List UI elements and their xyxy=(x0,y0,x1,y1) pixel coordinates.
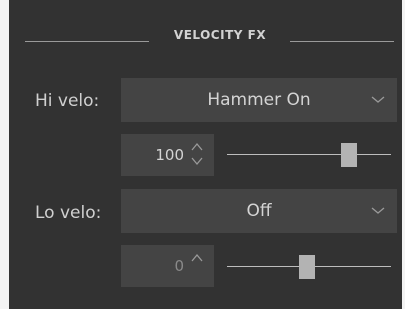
header-divider-right xyxy=(290,41,394,42)
hi-velo-slider[interactable] xyxy=(227,140,391,170)
hi-velo-stepper-value: 100 xyxy=(155,146,184,164)
lo-velo-slider[interactable] xyxy=(227,252,391,282)
stepper-up-arrow-icon[interactable] xyxy=(190,251,204,279)
chevron-down-icon xyxy=(371,207,385,214)
lo-velo-dropdown-value: Off xyxy=(246,201,272,221)
header-divider-left xyxy=(25,41,149,42)
hi-velo-stepper[interactable]: 100 xyxy=(121,134,214,176)
lo-velo-dropdown[interactable]: Off xyxy=(121,189,397,233)
panel-title: VELOCITY FX xyxy=(173,28,267,42)
hi-velo-label: Hi velo: xyxy=(35,91,100,111)
hi-velo-dropdown[interactable]: Hammer On xyxy=(121,78,397,122)
slider-track xyxy=(227,154,391,155)
lo-velo-label: Lo velo: xyxy=(35,203,102,223)
velocity-fx-panel: VELOCITY FX Hi velo: Hammer On 100 Lo ve… xyxy=(9,0,402,309)
stepper-arrows-icon[interactable] xyxy=(190,140,204,168)
lo-velo-stepper[interactable]: 0 xyxy=(121,245,214,287)
lo-velo-stepper-value: 0 xyxy=(174,257,184,275)
slider-thumb[interactable] xyxy=(341,143,357,167)
hi-velo-dropdown-value: Hammer On xyxy=(207,90,311,110)
slider-thumb[interactable] xyxy=(299,255,315,279)
chevron-down-icon xyxy=(371,96,385,103)
